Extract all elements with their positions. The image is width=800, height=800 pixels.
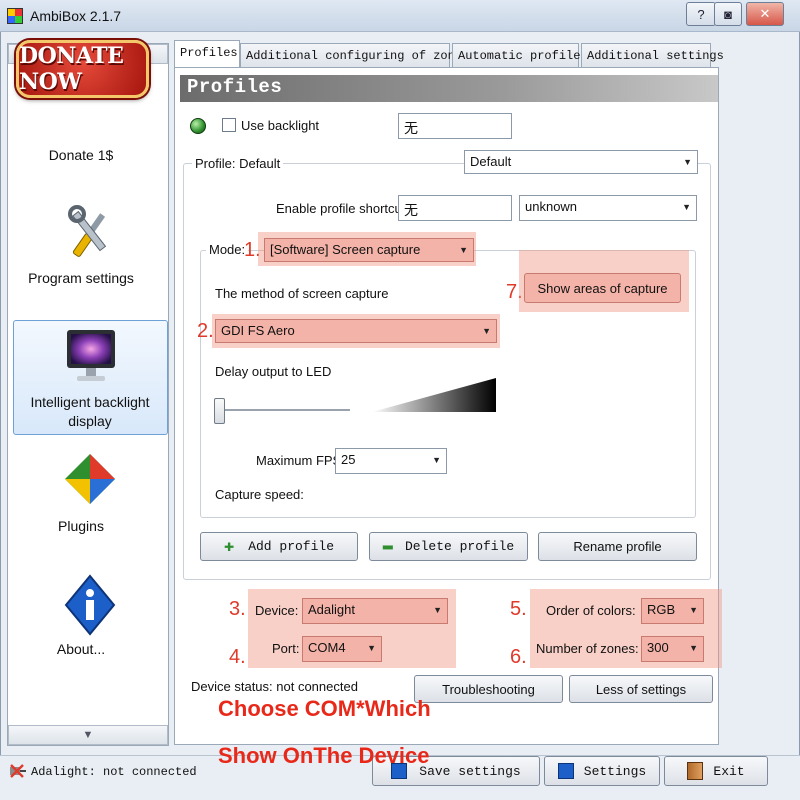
delete-profile-label: Delete profile xyxy=(404,539,515,554)
marker-4: 4. xyxy=(229,646,246,668)
connection-status-text: Adalight: not connected xyxy=(31,765,197,779)
capture-method-value: GDI FS Aero xyxy=(221,323,295,338)
max-fps-value: 25 xyxy=(341,452,356,467)
sidebar-item-program-settings[interactable]: Program settings xyxy=(6,270,156,286)
help-button[interactable]: ? xyxy=(686,2,716,26)
port-select[interactable]: COM4 ▼ xyxy=(302,636,382,662)
use-backlight-label: Use backlight xyxy=(241,118,320,133)
info-icon xyxy=(64,574,116,636)
section-heading: Profiles xyxy=(180,75,718,102)
plus-icon: ✚ xyxy=(223,538,235,557)
profile-select-value: Default xyxy=(470,154,512,169)
mode-select[interactable]: [Software] Screen capture ▼ xyxy=(264,238,474,262)
annotation-line-1: Choose COM*Which xyxy=(218,696,431,721)
green-led-icon xyxy=(190,118,206,134)
sidebar-item-donate[interactable]: Donate 1$ xyxy=(6,147,156,163)
add-profile-button[interactable]: ✚ Add profile xyxy=(200,532,358,561)
sidebar-item-label: Plugins xyxy=(58,518,104,534)
tab-automatic-profiles[interactable]: Automatic profiles xyxy=(452,43,588,68)
shortcut-label: Enable profile shortcut: xyxy=(276,201,409,216)
delay-label: Delay output to LED xyxy=(215,364,332,379)
sidebar-item-label: About... xyxy=(56,641,106,657)
marker-3: 3. xyxy=(229,598,246,620)
settings-disk-icon xyxy=(557,763,574,779)
chevron-down-icon: ▼ xyxy=(367,643,376,653)
save-settings-label: Save settings xyxy=(419,763,521,779)
shortcut-input[interactable]: 无 xyxy=(398,195,512,221)
troubleshooting-button[interactable]: Troubleshooting xyxy=(414,675,563,703)
window-title: AmbiBox 2.1.7 xyxy=(30,8,122,24)
annotation-line-2: Show OnThe Device xyxy=(218,743,430,768)
tab-additional-zones[interactable]: Additional configuring of zones xyxy=(240,43,469,68)
settings-button[interactable]: Settings xyxy=(544,756,660,786)
sidebar-item-intelligent-backlight[interactable]: Intelligent backlight display xyxy=(14,393,166,431)
puzzle-icon xyxy=(63,452,117,506)
chevron-down-icon: ▼ xyxy=(432,455,441,465)
capture-speed-label: Capture speed: xyxy=(215,487,304,502)
rename-profile-button[interactable]: Rename profile xyxy=(538,532,697,561)
add-profile-label: Add profile xyxy=(248,539,335,554)
chevron-down-icon: ▼ xyxy=(459,245,468,255)
capture-method-select[interactable]: GDI FS Aero ▼ xyxy=(215,319,497,343)
settings-label: Settings xyxy=(583,763,647,779)
wrench-screwdriver-icon xyxy=(64,205,116,263)
backlight-hotkey-input[interactable]: 无 xyxy=(398,113,512,139)
mode-select-value: [Software] Screen capture xyxy=(270,242,421,257)
port-label: Port: xyxy=(272,641,300,656)
max-fps-label: Maximum FPS xyxy=(256,453,342,468)
delay-ramp-indicator xyxy=(372,378,496,412)
order-colors-label: Order of colors: xyxy=(546,603,636,618)
shortcut-key-value: unknown xyxy=(525,199,578,214)
show-areas-button[interactable]: Show areas of capture xyxy=(524,273,681,303)
delay-slider-handle[interactable] xyxy=(214,398,225,424)
zones-label: Number of zones: xyxy=(536,641,639,656)
exit-label: Exit xyxy=(713,763,745,779)
zones-value: 300 xyxy=(647,640,669,655)
marker-6: 6. xyxy=(510,646,527,668)
device-status-text: Device status: not connected xyxy=(191,679,358,694)
port-value: COM4 xyxy=(308,640,346,655)
sidebar-item-label: Program settings xyxy=(28,270,134,286)
minus-icon: ▬ xyxy=(382,537,393,556)
sidebar-item-plugins[interactable]: Plugins xyxy=(6,518,156,534)
profile-select[interactable]: Default ▼ xyxy=(464,150,698,174)
zones-select[interactable]: 300 ▼ xyxy=(641,636,704,662)
profile-label: Profile: Default xyxy=(192,156,284,171)
shortcut-key-select[interactable]: unknown ▼ xyxy=(519,195,697,221)
sidebar-item-label: Donate 1$ xyxy=(48,147,114,163)
device-value: Adalight xyxy=(308,602,355,617)
disconnected-icon xyxy=(9,763,27,779)
less-settings-button[interactable]: Less of settings xyxy=(569,675,713,703)
order-colors-value: RGB xyxy=(647,602,676,617)
exit-button[interactable]: Exit xyxy=(664,756,768,786)
tab-profiles[interactable]: Profiles xyxy=(174,40,240,68)
mode-label: Mode: xyxy=(206,242,249,257)
chevron-down-icon: ▼ xyxy=(482,326,491,336)
use-backlight-checkbox[interactable] xyxy=(222,118,236,132)
chevron-down-icon: ▼ xyxy=(689,643,698,653)
delete-profile-button[interactable]: ▬ Delete profile xyxy=(369,532,528,561)
chevron-down-icon: ▼ xyxy=(689,605,698,615)
chevron-down-icon: ▼ xyxy=(682,202,691,212)
device-label: Device: xyxy=(255,603,299,618)
delay-slider-track xyxy=(218,409,350,411)
maximize-button[interactable]: ◙ xyxy=(714,2,742,26)
monitor-icon xyxy=(64,328,118,384)
donate-now-badge[interactable]: DONATE NOW xyxy=(16,40,149,98)
sidebar-item-label: Intelligent backlight display xyxy=(30,394,150,429)
max-fps-select[interactable]: 25 ▼ xyxy=(335,448,447,474)
tab-additional-settings[interactable]: Additional settings xyxy=(581,43,724,68)
sidebar-scroll-down-button[interactable]: ▼ xyxy=(8,725,168,745)
marker-5: 5. xyxy=(510,598,527,620)
sidebar-item-about[interactable]: About... xyxy=(6,641,156,657)
chevron-down-icon: ▼ xyxy=(433,605,442,615)
order-colors-select[interactable]: RGB ▼ xyxy=(641,598,704,624)
capture-method-label: The method of screen capture xyxy=(215,286,389,301)
exit-door-icon xyxy=(687,762,704,780)
device-select[interactable]: Adalight ▼ xyxy=(302,598,448,624)
app-logo-icon xyxy=(7,8,23,24)
chevron-down-icon: ▼ xyxy=(683,157,692,167)
close-button[interactable]: ✕ xyxy=(746,2,784,26)
